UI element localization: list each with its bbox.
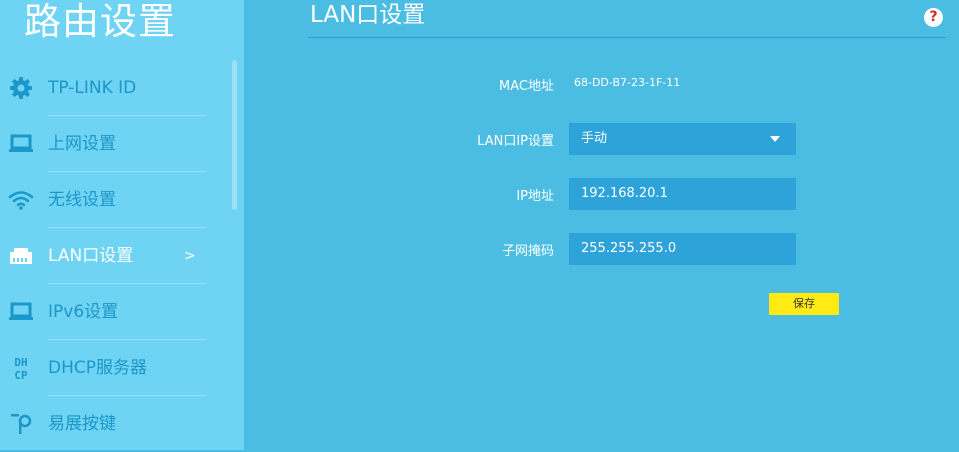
mac-label: MAC地址	[499, 79, 554, 94]
chevron-down-icon	[770, 136, 780, 142]
sidebar-item-wireless[interactable]: 无线设置	[0, 172, 206, 228]
ip-label: IP地址	[516, 189, 554, 204]
save-button[interactable]: 保存	[769, 293, 839, 315]
subnet-value: 255.255.255.0	[581, 241, 677, 256]
laptop-icon	[8, 132, 34, 156]
sidebar-item-tplink-id[interactable]: TP-LINK ID	[0, 60, 206, 116]
help-icon[interactable]: ?	[924, 8, 943, 27]
sidebar: 路由设置 TP-LINK ID 上网设置 无线设置 LAN口设置 > IPv6设…	[0, 0, 244, 450]
sidebar-item-lan[interactable]: LAN口设置 >	[0, 228, 206, 284]
lan-ip-mode-select[interactable]: 手动	[569, 123, 796, 155]
dhcp-icon: DH CP	[8, 356, 34, 381]
sidebar-item-label: IPv6设置	[48, 302, 119, 322]
page-title: LAN口设置	[310, 2, 426, 28]
lan-port-icon	[8, 244, 34, 268]
sidebar-item-label: 无线设置	[48, 190, 116, 210]
lan-ip-mode-label: LAN口IP设置	[477, 134, 554, 149]
title-divider	[308, 37, 946, 38]
laptop-icon	[8, 300, 34, 324]
dhcp-icon-text-top: DH	[14, 356, 27, 369]
subnet-label: 子网掩码	[501, 244, 554, 259]
gear-icon	[8, 76, 34, 100]
ip-input[interactable]: 192.168.20.1	[569, 178, 796, 210]
wifi-icon	[8, 188, 34, 212]
sidebar-item-label: LAN口设置	[48, 246, 134, 266]
sidebar-item-label: 上网设置	[48, 134, 116, 154]
sidebar-item-dhcp[interactable]: DH CP DHCP服务器	[0, 340, 206, 396]
sidebar-item-ipv6[interactable]: IPv6设置	[0, 284, 206, 340]
active-arrow: >	[184, 248, 196, 264]
sidebar-scrollbar[interactable]	[232, 60, 237, 210]
sidebar-item-internet[interactable]: 上网设置	[0, 116, 206, 172]
sidebar-item-label: TP-LINK ID	[48, 78, 137, 98]
subnet-input[interactable]: 255.255.255.0	[569, 233, 796, 265]
easy-mesh-icon	[8, 412, 34, 436]
sidebar-title: 路由设置	[24, 0, 176, 43]
ip-value: 192.168.20.1	[581, 186, 668, 201]
dhcp-icon-text-bottom: CP	[14, 369, 28, 381]
mac-value: 68-DD-B7-23-1F-11	[574, 76, 681, 89]
sidebar-item-easy-mesh[interactable]: 易展按键	[0, 396, 206, 452]
sidebar-item-label: DHCP服务器	[48, 358, 147, 378]
sidebar-item-label: 易展按键	[48, 414, 116, 434]
lan-ip-mode-value: 手动	[581, 131, 608, 146]
